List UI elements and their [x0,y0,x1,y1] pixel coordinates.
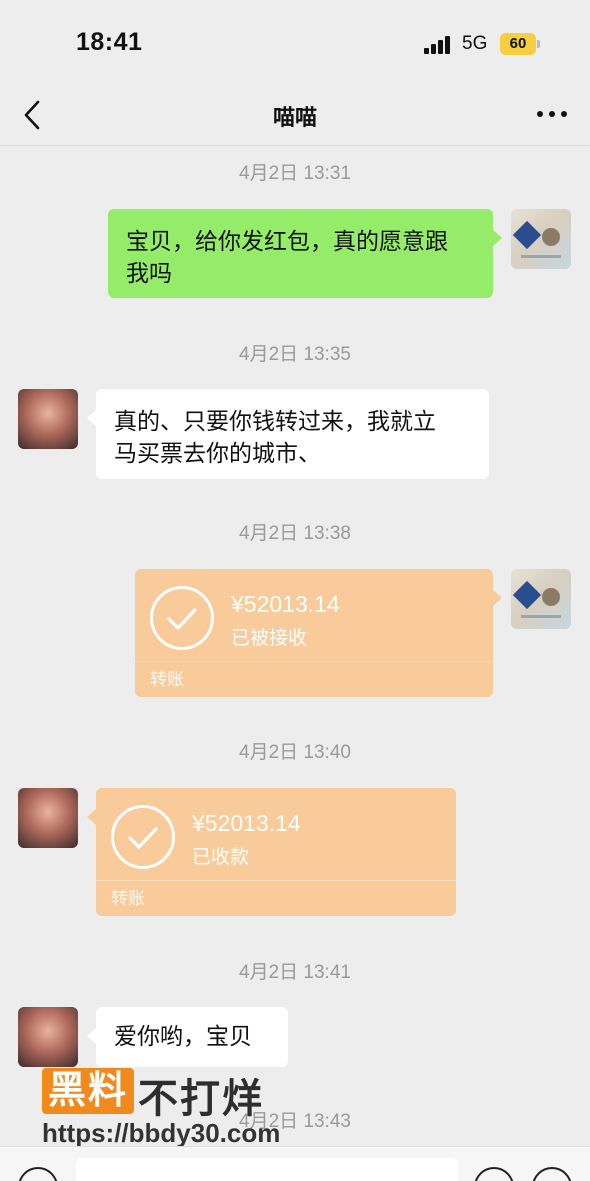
transfer-label: 转账 [150,670,184,689]
bubble-tail [493,230,502,246]
chat-header: 喵喵 [0,84,590,146]
signal-icon [424,36,454,54]
message-timestamp: 4月2日 13:31 [239,163,351,184]
message-text: 宝贝，给你发红包，真的愿意跟 [126,228,448,254]
message-timestamp: 4月2日 13:41 [239,962,351,983]
transfer-amount: ¥52013.14 [192,810,301,836]
input-bar [0,1146,590,1181]
message-bubble-other[interactable]: 爱你哟，宝贝 [96,1007,288,1067]
self-avatar[interactable] [511,209,571,269]
contact-avatar[interactable] [18,788,78,848]
watermark-text: 不打烊 [138,1077,264,1121]
check-circle-icon [150,586,214,650]
bubble-tail [87,1028,96,1044]
bubble-tail [493,590,502,606]
bubble-tail [87,809,96,825]
chat-title: 喵喵 [272,105,317,130]
message-input[interactable] [76,1158,458,1181]
emoji-button[interactable] [474,1167,514,1181]
transfer-divider [96,880,456,881]
transfer-card-other[interactable]: ¥52013.14 已收款 转账 [96,788,456,916]
status-time: 18:41 [76,28,143,56]
plus-button[interactable] [532,1167,572,1181]
avatar-image [512,220,561,258]
message-bubble-other[interactable]: 真的、只要你钱转过来，我就立 马买票去你的城市、 [96,389,489,479]
battery-level: 60 [500,33,536,55]
transfer-status: 已收款 [192,847,250,868]
check-circle-icon [111,805,175,869]
message-timestamp: 4月2日 13:35 [239,344,351,365]
message-text: 真的、只要你钱转过来，我就立 [114,408,436,434]
contact-avatar[interactable] [18,1007,78,1067]
self-avatar[interactable] [511,569,571,629]
battery-icon: 60 [500,33,540,55]
message-text: 爱你哟，宝贝 [114,1023,252,1049]
message-timestamp: 4月2日 13:38 [239,523,351,544]
transfer-card-self[interactable]: ¥52013.14 已被接收 转账 [135,569,493,697]
avatar-image [512,580,561,618]
transfer-label: 转账 [111,889,145,908]
message-bubble-self[interactable]: 宝贝，给你发红包，真的愿意跟 我吗 [108,209,493,298]
transfer-amount: ¥52013.14 [231,591,340,617]
message-text: 马买票去你的城市、 [114,440,321,466]
more-dots-icon [537,111,567,117]
watermark-url: https://bbdy30.com [42,1118,281,1148]
transfer-divider [135,661,493,662]
message-text: 我吗 [126,260,172,286]
status-bar: 18:41 5G 60 [0,0,590,84]
contact-avatar[interactable] [18,389,78,449]
voice-button[interactable] [18,1167,58,1181]
transfer-status: 已被接收 [231,628,308,649]
message-timestamp: 4月2日 13:40 [239,742,351,763]
network-type: 5G [462,33,488,54]
more-button[interactable] [534,102,570,126]
bubble-tail [87,410,96,426]
watermark-badge: 黑料 [42,1068,135,1114]
